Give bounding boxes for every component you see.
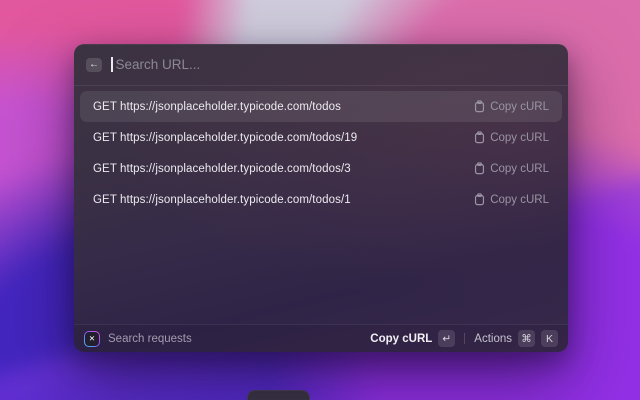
back-arrow-icon: ← (89, 58, 99, 70)
row-action: Copy cURL (474, 162, 549, 175)
actions-button[interactable]: Actions (474, 333, 512, 345)
dock-peek (247, 390, 310, 400)
request-label: GET https://jsonplaceholder.typicode.com… (93, 100, 341, 113)
request-row[interactable]: GET https://jsonplaceholder.typicode.com… (80, 122, 562, 153)
search-placeholder: Search URL... (115, 57, 201, 72)
clipboard-icon (474, 131, 485, 144)
command-palette-window: ← Search URL... GET https://jsonplacehol… (74, 44, 568, 352)
clipboard-icon (474, 100, 485, 113)
footer-divider (464, 333, 466, 344)
row-action-label: Copy cURL (490, 162, 549, 175)
request-label: GET https://jsonplaceholder.typicode.com… (93, 131, 358, 144)
row-action: Copy cURL (474, 193, 549, 206)
row-action-label: Copy cURL (490, 193, 549, 206)
footer-actions: Copy cURL ↵ Actions ⌘ K (370, 330, 558, 347)
request-label: GET https://jsonplaceholder.typicode.com… (93, 162, 351, 175)
row-action-label: Copy cURL (490, 131, 549, 144)
footer-command-label: Search requests (108, 332, 192, 345)
search-bar: ← Search URL... (74, 44, 568, 86)
extension-icon: ✕ (84, 331, 100, 347)
back-button[interactable]: ← (86, 57, 102, 72)
command-key: ⌘ (518, 330, 535, 347)
primary-action-button[interactable]: Copy cURL (370, 333, 432, 345)
footer: ✕ Search requests Copy cURL ↵ Actions ⌘ … (74, 324, 568, 352)
search-input[interactable]: Search URL... (113, 44, 557, 85)
row-action: Copy cURL (474, 131, 549, 144)
results-empty-area (74, 215, 568, 324)
request-row[interactable]: GET https://jsonplaceholder.typicode.com… (80, 153, 562, 184)
request-row[interactable]: GET https://jsonplaceholder.typicode.com… (80, 184, 562, 215)
extension-icon-glyph: ✕ (88, 333, 96, 343)
request-label: GET https://jsonplaceholder.typicode.com… (93, 193, 351, 206)
row-action-label: Copy cURL (490, 100, 549, 113)
return-key: ↵ (438, 330, 456, 347)
k-key: K (541, 330, 558, 347)
request-row[interactable]: GET https://jsonplaceholder.typicode.com… (80, 91, 562, 122)
clipboard-icon (474, 193, 485, 206)
results-list: GET https://jsonplaceholder.typicode.com… (74, 86, 568, 215)
row-action: Copy cURL (474, 100, 549, 113)
clipboard-icon (474, 162, 485, 175)
